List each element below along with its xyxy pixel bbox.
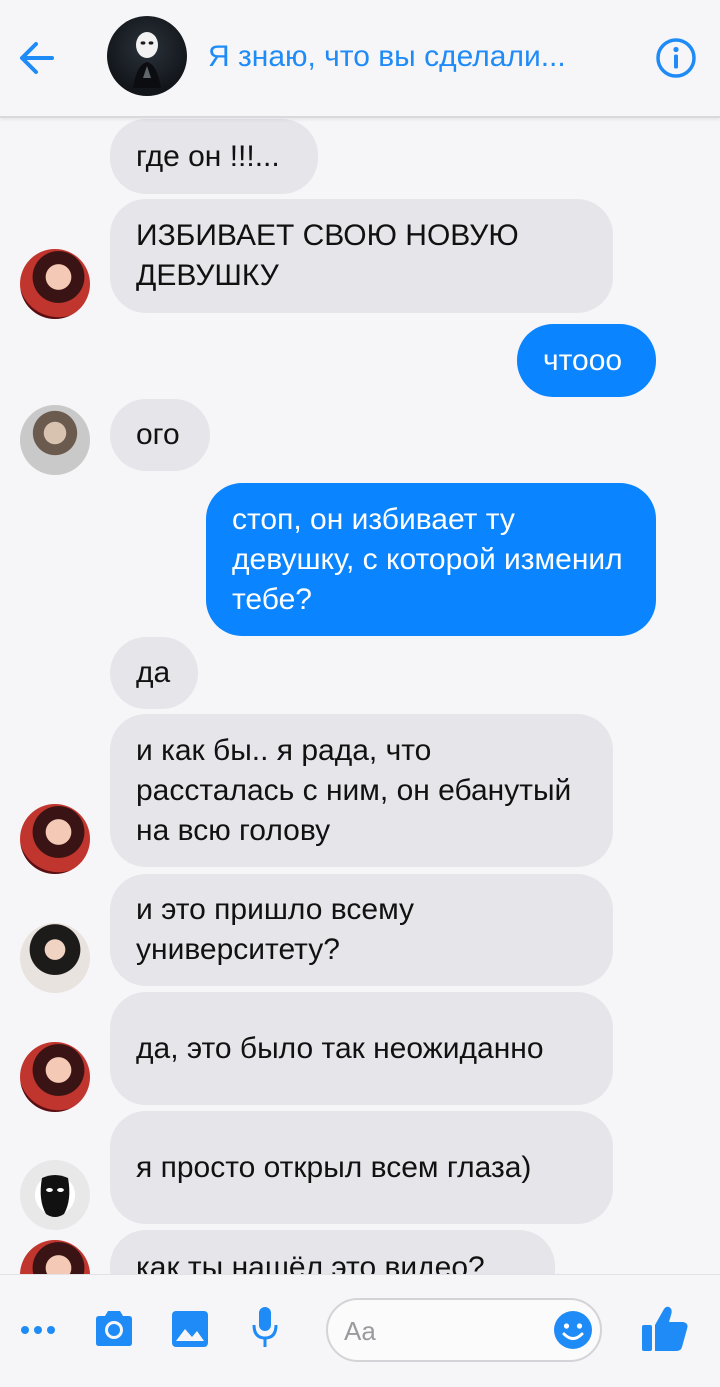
outgoing-message[interactable]: стоп, он избивает ту девушку, с которой …	[206, 483, 656, 636]
message-text: чтооо	[543, 343, 623, 377]
message-text: я просто открыл всем глаза)	[136, 1150, 532, 1184]
outgoing-message[interactable]: чтооо	[517, 324, 656, 397]
incoming-message[interactable]: ого	[110, 399, 210, 471]
message-text: стоп, он избивает ту девушку, с которой …	[232, 502, 623, 616]
incoming-message[interactable]: как ты нашёл это видео?	[110, 1230, 555, 1274]
message-input[interactable]	[342, 1308, 546, 1354]
message-text: как ты нашёл это видео?	[136, 1251, 485, 1274]
conversation-title[interactable]: Я знаю, что вы сделали...	[208, 40, 628, 74]
sender-avatar[interactable]	[20, 804, 90, 874]
back-arrow-icon[interactable]	[14, 36, 58, 80]
message-text: и как бы.. я рада, что рассталась с ним,…	[136, 733, 572, 847]
emoji-icon[interactable]	[552, 1309, 594, 1356]
camera-icon[interactable]	[92, 1309, 136, 1354]
microphone-icon[interactable]	[250, 1305, 280, 1358]
sender-avatar[interactable]	[20, 249, 90, 319]
message-composer	[0, 1274, 720, 1387]
incoming-message[interactable]: ИЗБИВАЕТ СВОЮ НОВУЮ ДЕВУШКУ	[110, 199, 613, 313]
incoming-message[interactable]: и это пришло всему университету?	[110, 874, 613, 986]
incoming-message[interactable]: да	[110, 637, 198, 709]
message-text: да	[136, 656, 171, 689]
message-text: ИЗБИВАЕТ СВОЮ НОВУЮ ДЕВУШКУ	[136, 219, 519, 292]
mask-icon	[40, 1175, 70, 1217]
sender-avatar[interactable]	[20, 1240, 90, 1274]
incoming-message[interactable]: где он !!!...	[110, 119, 318, 194]
chat-header: Я знаю, что вы сделали...	[0, 0, 720, 118]
incoming-message[interactable]: да, это было так неожиданно	[110, 992, 613, 1105]
message-text: да, это было так неожиданно	[136, 1031, 544, 1065]
incoming-message[interactable]: я просто открыл всем глаза)	[110, 1111, 613, 1224]
more-icon[interactable]	[18, 1315, 58, 1350]
like-icon[interactable]	[640, 1305, 690, 1358]
gallery-icon[interactable]	[170, 1309, 210, 1354]
info-icon[interactable]	[654, 36, 698, 80]
conversation-avatar[interactable]	[107, 16, 187, 96]
message-input-field[interactable]	[326, 1298, 602, 1362]
sender-avatar[interactable]	[20, 405, 90, 475]
message-list[interactable]: где он !!!... ИЗБИВАЕТ СВОЮ НОВУЮ ДЕВУШК…	[0, 116, 720, 1274]
sender-avatar[interactable]	[20, 923, 90, 993]
incoming-message[interactable]: и как бы.. я рада, что рассталась с ним,…	[110, 714, 613, 867]
message-text: где он !!!...	[136, 139, 280, 173]
sender-avatar[interactable]	[20, 1160, 90, 1230]
message-text: и это пришло всему университету?	[136, 893, 415, 966]
message-text: ого	[136, 418, 180, 451]
sender-avatar[interactable]	[20, 1042, 90, 1112]
